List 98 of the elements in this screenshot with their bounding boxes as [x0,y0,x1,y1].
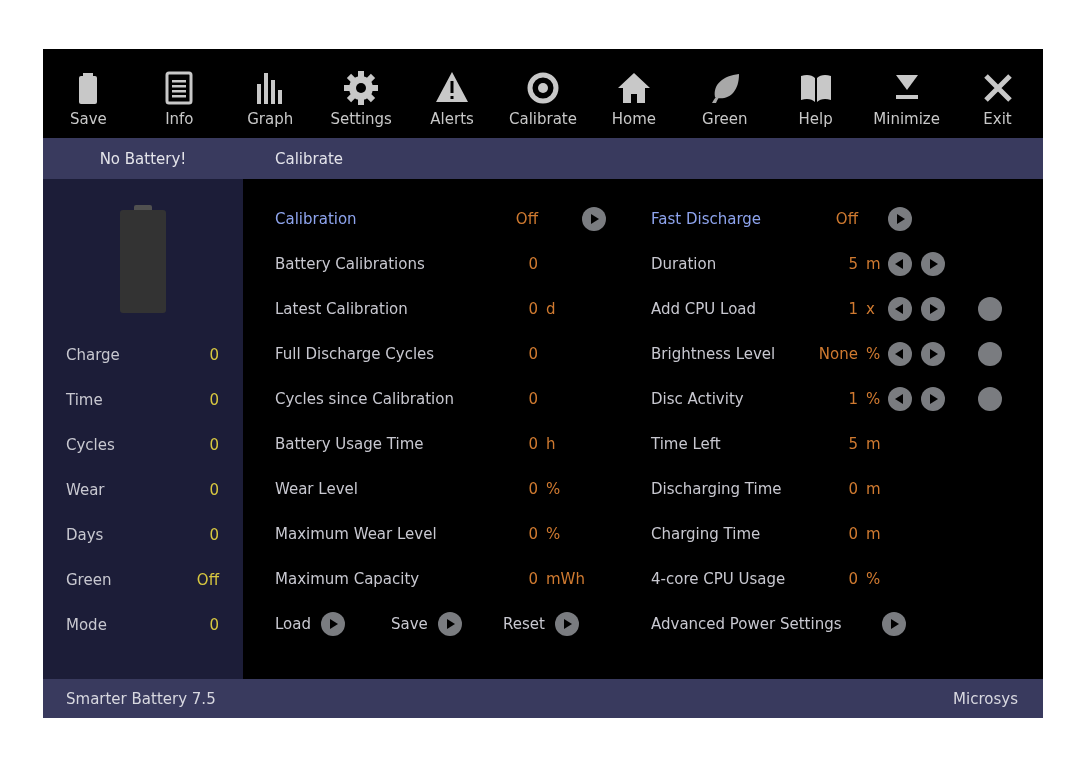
previous-button[interactable] [888,341,912,366]
setting-value: 0 [528,344,538,363]
next-button[interactable] [882,611,906,636]
next-button[interactable] [321,611,345,636]
setting-link[interactable]: Calibration [275,209,515,228]
setting-label: Disc Activity [651,389,745,408]
setting-value: Off [835,209,858,228]
section-title: Calibrate [274,149,343,168]
previous-button[interactable] [888,296,912,321]
setting-label: Maximum Capacity [275,569,421,588]
setting-value: 0 [848,524,858,543]
setting-label: Maximum Wear Level [275,524,438,543]
unit-label: % [546,524,561,543]
setting-value: 0 [848,569,858,588]
previous-button[interactable] [888,386,912,411]
setting-value: 0 [528,569,538,588]
action-label: Load [275,614,311,633]
stat-label: Green [66,570,112,589]
setting-label: Charging Time [651,524,762,543]
unit-label: m [866,434,881,453]
toolbar-button[interactable]: Calibrate [497,49,589,138]
setting-label: Add CPU Load [651,299,758,318]
app-name: Smarter Battery 7.5 [66,689,216,708]
next-button[interactable] [888,206,912,231]
next-button[interactable] [921,386,945,411]
next-button[interactable] [437,611,462,636]
setting-label: Latest Calibration [275,299,409,318]
setting-label: Advanced Power Settings [651,614,843,633]
toolbar-button[interactable]: Settings [315,49,407,138]
unit-label: % [866,344,881,363]
stat-label: Time [66,390,103,409]
target-icon [525,70,561,106]
stat-label: Days [66,525,104,544]
setting-label: Wear Level [275,479,359,498]
next-button[interactable] [921,251,945,276]
stat-label: Cycles [66,435,115,454]
stat-value: 0 [209,435,219,454]
setting-label: 4-core CPU Usage [651,569,787,588]
unit-label: m [866,479,881,498]
action-label: Save [391,614,428,633]
battery-status: No Battery! [98,149,188,168]
setting-value: 0 [528,524,538,543]
stat-value: 0 [209,525,219,544]
unit-label: % [866,389,881,408]
gear-icon [343,70,380,106]
setting-label: Discharging Time [651,479,783,498]
stat-value: 0 [209,345,219,364]
toolbar-button[interactable]: Alerts [406,49,498,138]
unit-label: mWh [546,569,585,588]
setting-label: Brightness Level [651,344,777,363]
setting-value: 0 [848,479,858,498]
previous-button[interactable] [888,251,912,276]
setting-label: Duration [651,254,718,273]
unit-label: h [546,434,556,453]
next-button[interactable] [921,341,945,366]
unit-label: m [866,524,881,543]
setting-link[interactable]: Fast Discharge [651,209,801,228]
setting-value: Off [515,209,538,228]
setting-label: Time Left [651,434,722,453]
setting-value: 0 [528,434,538,453]
next-button[interactable] [554,611,579,636]
stat-value: 0 [209,615,219,634]
toolbar-button[interactable]: Help [770,49,862,138]
toolbar-button[interactable]: Home [588,49,680,138]
stat-value: Off [196,570,219,589]
next-button[interactable] [582,206,606,231]
stat-value: 0 [209,390,219,409]
setting-label: Battery Calibrations [275,254,426,273]
unit-label: % [546,479,561,498]
setting-value: None [818,344,858,363]
next-button[interactable] [921,296,945,321]
setting-value: 1 [848,299,858,318]
unit-label: d [546,299,556,318]
toolbar-button[interactable]: Info [133,49,225,138]
toolbar-button[interactable]: Graph [224,49,316,138]
toolbar-button[interactable]: Minimize [861,49,953,138]
setting-value: 5 [848,254,858,273]
toolbar-button[interactable]: Save [43,49,134,138]
setting-label: Cycles since Calibration [275,389,455,408]
setting-value: 0 [528,299,538,318]
setting-label: Full Discharge Cycles [275,344,436,363]
setting-value: 5 [848,434,858,453]
unit-label: % [866,569,881,588]
stat-value: 0 [209,480,219,499]
setting-label: Battery Usage Time [275,434,425,453]
setting-value: 1 [848,389,858,408]
toolbar-button[interactable]: Exit [952,49,1043,138]
setting-value: 0 [528,389,538,408]
action-label: Reset [503,614,545,633]
unit-label: x [866,299,875,318]
setting-value: 0 [528,254,538,273]
stat-label: Wear [66,480,105,499]
toolbar-button[interactable]: Green [679,49,771,138]
unit-label: m [866,254,881,273]
vendor-name: Microsys [953,689,1018,708]
stat-label: Mode [66,615,107,634]
setting-value: 0 [528,479,538,498]
stat-label: Charge [66,345,120,364]
